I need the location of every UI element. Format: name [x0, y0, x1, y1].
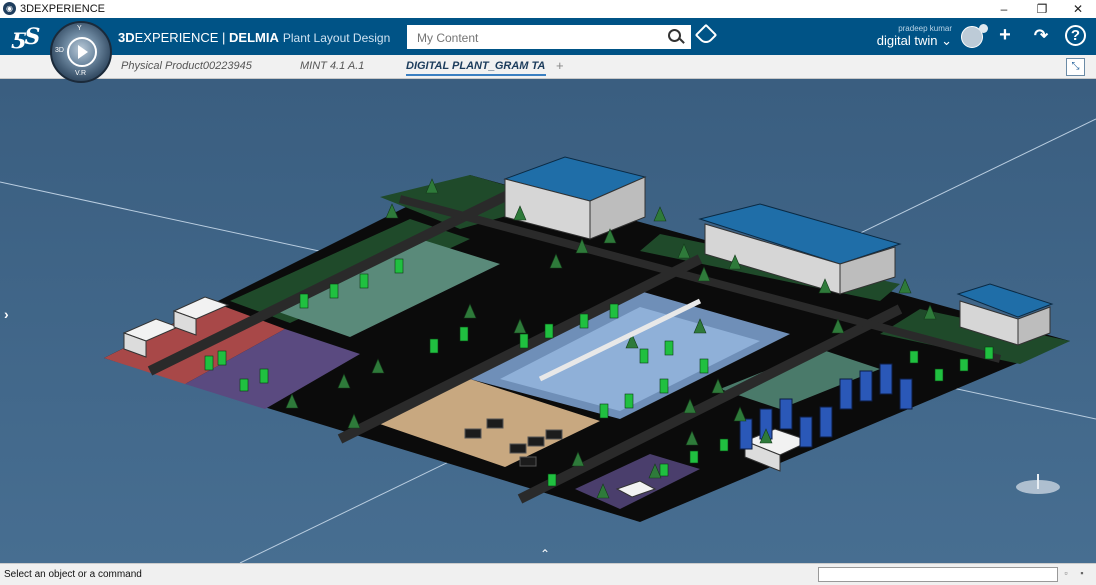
tag-icon[interactable] [694, 23, 718, 47]
compass-label-bottom: V.R [75, 70, 87, 77]
app-logo-icon: ◉ [3, 2, 16, 15]
collapse-icon[interactable]: ⤡ [1066, 58, 1085, 76]
brand-3d: 3D [118, 30, 135, 45]
action-bar-expand-icon[interactable]: ⌃ [540, 547, 550, 561]
search-input[interactable] [415, 29, 659, 47]
app-name: Plant Layout Design [282, 31, 391, 45]
play-icon[interactable] [67, 37, 97, 67]
collab-space[interactable]: digital twin ⌄ [877, 33, 952, 49]
minimize-button[interactable]: – [986, 0, 1022, 18]
compass-label-left: 3D [55, 47, 64, 54]
status-icon-2[interactable]: ▪ [1077, 568, 1087, 578]
3d-viewport[interactable]: › ⌃ [0, 79, 1096, 563]
search-icon[interactable] [668, 29, 681, 42]
dassault-logo-icon[interactable]: ƽS [12, 24, 40, 50]
side-panel-toggle-icon[interactable]: › [4, 306, 9, 322]
help-icon[interactable]: ? [1065, 25, 1086, 46]
tab-digital-plant[interactable]: DIGITAL PLANT_GRAM TA [406, 60, 546, 76]
search-box[interactable] [407, 25, 691, 49]
status-message: Select an object or a command [4, 569, 142, 580]
user-name: pradeep kumar [898, 24, 952, 33]
tab-mint[interactable]: MINT 4.1 A.1 [300, 60, 364, 72]
top-bar: ƽS 3DEXPERIENCE | DELMIA Plant Layout Des… [0, 18, 1096, 55]
status-bar: Select an object or a command ▫ ▪ [0, 563, 1096, 585]
share-icon[interactable]: ↷ [1030, 26, 1052, 46]
view-compass-icon [1016, 474, 1060, 494]
window-title: 3DEXPERIENCE [20, 3, 105, 15]
status-icon-1[interactable]: ▫ [1061, 568, 1071, 578]
avatar[interactable] [961, 24, 988, 48]
window-title-bar: ◉ 3DEXPERIENCE – ❐ ✕ [0, 0, 1096, 18]
user-menu[interactable]: pradeep kumar digital twin ⌄ [877, 24, 952, 49]
tab-bar: Physical Product00223945 MINT 4.1 A.1 DI… [0, 55, 1096, 79]
add-tab-button[interactable]: + [556, 58, 564, 73]
command-input[interactable] [818, 567, 1058, 582]
plus-icon[interactable]: + [994, 24, 1016, 47]
tab-physical-product[interactable]: Physical Product00223945 [121, 60, 252, 72]
close-button[interactable]: ✕ [1060, 0, 1096, 18]
app-brand: 3DEXPERIENCE | DELMIA Plant Layout Design [118, 30, 390, 45]
plant-layout-scene[interactable] [0, 79, 1096, 563]
brand-delmia: DELMIA [229, 30, 279, 45]
restore-button[interactable]: ❐ [1024, 0, 1060, 18]
brand-experience: EXPERIENCE | [134, 30, 230, 45]
compass-label-top: Y [77, 25, 82, 32]
compass-widget[interactable]: Y 3D V.R [50, 21, 112, 83]
